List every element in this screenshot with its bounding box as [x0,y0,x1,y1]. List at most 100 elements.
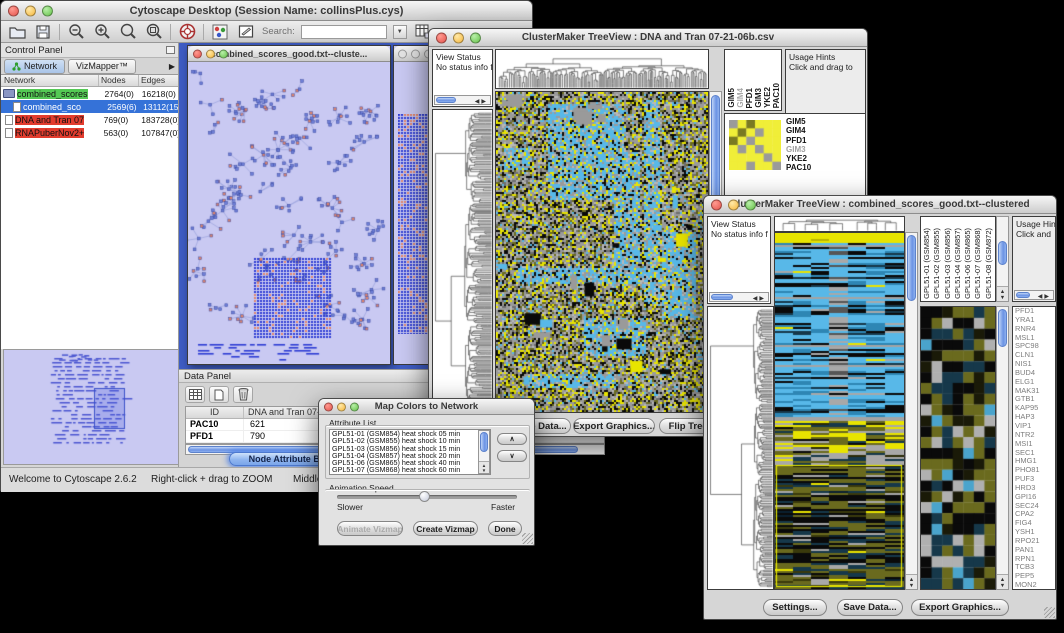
view-status-hscrollbar[interactable]: ◀▶ [434,95,491,105]
col-nodes[interactable]: Nodes [99,75,139,86]
tv1-column-dendrogram-canvas[interactable] [496,50,708,88]
tab-vizmapper[interactable]: VizMapper™ [68,59,136,74]
close-button[interactable] [711,199,722,210]
close-button[interactable] [8,5,19,16]
vizmapper-icon[interactable] [210,23,230,41]
animation-slider-thumb[interactable] [419,491,430,502]
minimize-button[interactable] [411,49,420,58]
treeview1-title-bar[interactable]: ClusterMaker TreeView : DNA and Tran 07-… [429,29,867,47]
zoom-button[interactable] [745,199,756,210]
animate-vizmap-button[interactable]: Animate Vizmap [337,521,403,536]
attribute-item[interactable]: GPL51-07 (GSM868) heat shock 60 min [330,466,490,473]
tv1-row-label[interactable]: YKE2 [786,154,811,163]
tv1-row-label[interactable]: GIM5 [786,117,811,126]
network-edges-cell: 16218(0) [142,89,179,99]
tv2-zoom-vscrollbar[interactable]: ▲▼ [996,306,1009,590]
network-overview-canvas[interactable] [3,349,179,465]
close-button[interactable] [324,402,333,411]
tv2-heatmap-canvas[interactable] [775,233,904,589]
help-icon[interactable] [177,23,197,41]
minimize-button[interactable] [337,402,346,411]
close-button[interactable] [398,49,407,58]
move-down-button[interactable]: ∨ [497,450,527,462]
network-table-row[interactable]: combined_sco 2569(6) 13112(15) [1,100,179,113]
create-vizmap-button[interactable]: Create Vizmap [413,521,478,536]
export-graphics-button[interactable]: Export Graphics... [573,418,655,434]
tv1-row-label[interactable]: PFD1 [786,136,811,145]
zoom-fit-icon[interactable] [118,23,138,41]
done-button[interactable]: Done [488,521,522,536]
attribute-list-vscrollbar[interactable]: ▲▼ [478,430,490,474]
tv2-heatmap-vscrollbar[interactable]: ▲▼ [905,232,918,590]
minimize-button[interactable] [453,32,464,43]
network-nodes-cell: 769(0) [104,115,142,125]
close-button[interactable] [193,49,202,58]
tv1-row-dendrogram-canvas[interactable] [433,110,492,412]
tv2-row-dendrogram-canvas[interactable] [708,307,773,589]
new-attribute-icon[interactable] [209,386,229,403]
view-status-info: No status info f [708,229,770,239]
tv2-column-labels-vscrollbar[interactable]: ▲▼ [996,216,1009,302]
minimize-button[interactable] [206,49,215,58]
tab-overflow-arrow[interactable]: ▶ [169,62,175,71]
col-edges[interactable]: Edges [139,75,179,86]
tv1-row-label[interactable]: GIM3 [786,145,811,154]
resize-grip[interactable] [522,533,533,544]
network-view-2-canvas[interactable] [398,114,432,334]
close-button[interactable] [436,32,447,43]
network-type-icon [13,102,21,112]
tv1-row-label[interactable]: GIM4 [786,126,811,135]
network-table-row[interactable]: RNAPuberNov2+ 563(0) 107847(0) [1,126,179,139]
minimize-button[interactable] [25,5,36,16]
network-view-canvas[interactable] [188,62,390,364]
usage-hints-title: Usage Hints [1013,217,1055,229]
network-table-row[interactable]: DNA and Tran 07 769(0) 183728(0) [1,113,179,126]
tv2-column-label: GPL51-08 (GSM872) [984,228,994,299]
resize-grip[interactable] [1044,607,1055,618]
tab-network[interactable]: Network [4,59,65,74]
gene-label[interactable]: MON2 [1013,581,1055,590]
col-network[interactable]: Network [1,75,99,86]
float-panel-icon[interactable] [166,46,175,54]
tv2-column-tree-canvas[interactable] [775,217,904,231]
id-column-header[interactable]: ID [186,407,244,418]
dialog-title-bar[interactable]: Map Colors to Network [319,399,534,415]
minimize-button[interactable] [728,199,739,210]
tv1-row-label[interactable]: PAC10 [786,163,811,172]
zoom-button[interactable] [219,49,228,58]
usage-hints-info: Click and drag to [786,62,865,72]
network-name-cell: combined_scores [17,89,105,99]
network-view-title-bar[interactable]: combined_scores_good.txt--cluste... [188,46,390,62]
search-input[interactable] [301,25,387,39]
attribute-grid-icon[interactable] [185,386,205,403]
search-dropdown-icon[interactable]: ▼ [393,25,407,39]
network-name-cell: DNA and Tran 07 [15,115,104,125]
annotation-icon[interactable] [236,23,256,41]
treeview2-title-bar[interactable]: ClusterMaker TreeView : combined_scores_… [704,196,1056,214]
delete-attribute-icon[interactable] [233,386,253,403]
zoom-button[interactable] [42,5,53,16]
zoom-in-icon[interactable] [92,23,112,41]
view-status-title: View Status [433,50,492,62]
zoom-selected-icon[interactable] [144,23,164,41]
tv1-zoom-matrix-canvas[interactable] [729,120,781,170]
network-table-row[interactable]: combined_scores 2764(0) 16218(0) [1,87,179,100]
zoom-out-icon[interactable] [66,23,86,41]
zoom-button[interactable] [350,402,359,411]
tv1-heatmap-canvas[interactable] [496,92,708,412]
settings-button[interactable]: Settings... [763,599,827,616]
view-status-hscrollbar[interactable]: ◀▶ [709,292,769,302]
usage-hints-hscrollbar[interactable]: ◀▶ [1014,290,1054,300]
move-up-button[interactable]: ∧ [497,433,527,445]
attribute-list: GPL51-01 (GSM854) heat shock 05 minGPL51… [329,429,491,475]
network-type-icon [3,89,15,98]
tv2-view-status-panel: View Status No status info f ◀▶ [707,216,771,304]
save-icon[interactable] [33,23,53,41]
toolbar-separator [170,24,171,40]
export-graphics-button[interactable]: Export Graphics... [911,599,1009,616]
save-data-button[interactable]: Save Data... [837,599,903,616]
main-title-bar[interactable]: Cytoscape Desktop (Session Name: collins… [1,1,532,21]
zoom-button[interactable] [470,32,481,43]
open-icon[interactable] [7,23,27,41]
tv2-zoom-heatmap-canvas[interactable] [921,307,995,589]
